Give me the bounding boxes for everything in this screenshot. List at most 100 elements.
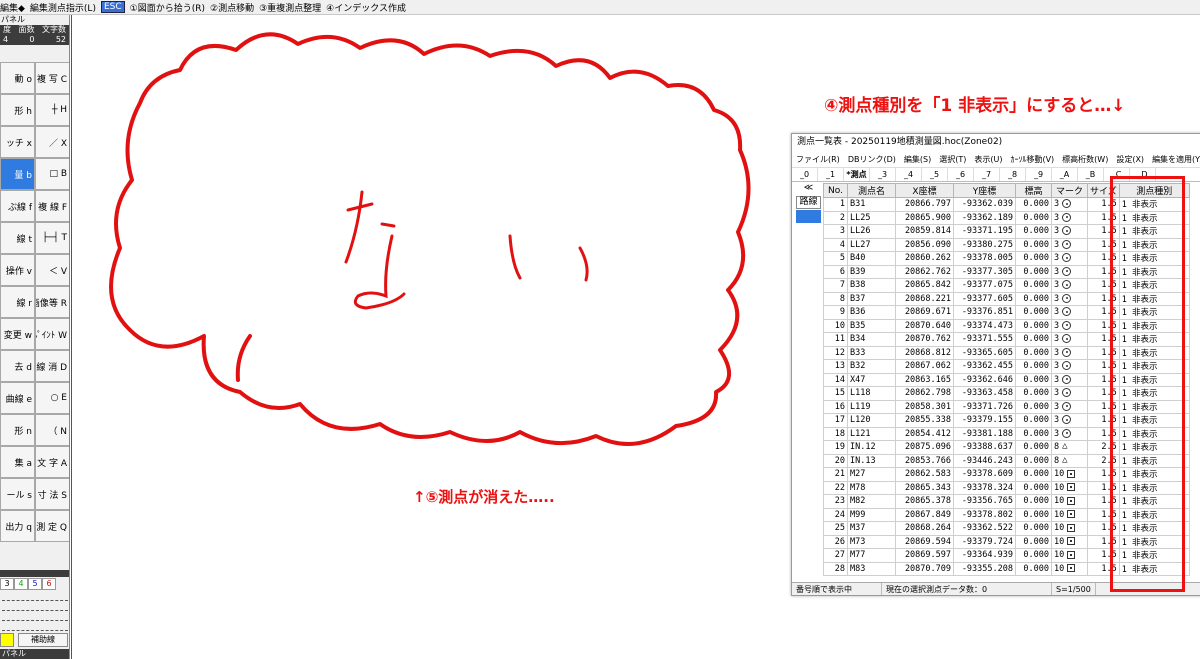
tool-button[interactable]: 文 字 A	[35, 446, 69, 478]
cell-elevation[interactable]: 0.000	[1015, 305, 1052, 320]
cell-elevation[interactable]: 0.000	[1015, 237, 1052, 252]
cell-no[interactable]: 6	[823, 264, 848, 279]
cell-name[interactable]: M77	[847, 548, 896, 563]
cell-y[interactable]: -93378.324	[953, 480, 1016, 495]
toolbar-item[interactable]: ②測点移動	[210, 1, 254, 14]
cell-no[interactable]: 11	[823, 332, 848, 347]
tool-button[interactable]: 去 d	[0, 350, 35, 382]
cell-name[interactable]: LL27	[847, 237, 896, 252]
cell-x[interactable]: 20862.583	[895, 467, 954, 482]
cell-elevation[interactable]: 0.000	[1015, 521, 1052, 536]
cell-y[interactable]: -93371.195	[953, 224, 1016, 239]
cell-x[interactable]: 20869.597	[895, 548, 954, 563]
cell-x[interactable]: 20862.762	[895, 264, 954, 279]
cell-no[interactable]: 20	[823, 453, 848, 468]
color-swatch[interactable]: 3	[0, 578, 14, 590]
line-style-item[interactable]	[2, 592, 68, 601]
cell-name[interactable]: IN.13	[847, 453, 896, 468]
yellow-swatch[interactable]	[0, 633, 14, 647]
cell-no[interactable]: 24	[823, 507, 848, 522]
cell-y[interactable]: -93356.765	[953, 494, 1016, 509]
cell-no[interactable]: 9	[823, 305, 848, 320]
cell-elevation[interactable]: 0.000	[1015, 345, 1052, 360]
cell-elevation[interactable]: 0.000	[1015, 372, 1052, 387]
cell-name[interactable]: L118	[847, 386, 896, 401]
layer-tab[interactable]: *測点	[844, 168, 870, 181]
cell-mark[interactable]: 3	[1051, 426, 1088, 441]
menu-item[interactable]: DBリンク(D)	[848, 154, 896, 165]
cell-x[interactable]: 20865.378	[895, 494, 954, 509]
line-style-item[interactable]	[2, 602, 68, 611]
cell-mark[interactable]: 3	[1051, 224, 1088, 239]
cell-y[interactable]: -93355.208	[953, 561, 1016, 576]
menu-item[interactable]: 設定(X)	[1116, 154, 1144, 165]
cell-name[interactable]: L120	[847, 413, 896, 428]
cell-mark[interactable]: 3	[1051, 413, 1088, 428]
cell-name[interactable]: IN.12	[847, 440, 896, 455]
cell-no[interactable]: 12	[823, 345, 848, 360]
cell-mark[interactable]: 3	[1051, 210, 1088, 225]
menu-item[interactable]: ファイル(R)	[796, 154, 840, 165]
cell-elevation[interactable]: 0.000	[1015, 291, 1052, 306]
cell-x[interactable]: 20867.062	[895, 359, 954, 374]
cell-y[interactable]: -93362.646	[953, 372, 1016, 387]
cell-y[interactable]: -93374.473	[953, 318, 1016, 333]
cell-elevation[interactable]: 0.000	[1015, 440, 1052, 455]
tool-button[interactable]: ﾍﾟｲﾝﾄ W	[35, 318, 69, 350]
layer-tab[interactable]: _3	[870, 168, 896, 181]
cell-mark[interactable]: 10	[1051, 534, 1088, 549]
cell-elevation[interactable]: 0.000	[1015, 561, 1052, 576]
cell-elevation[interactable]: 0.000	[1015, 426, 1052, 441]
cell-elevation[interactable]: 0.000	[1015, 480, 1052, 495]
cell-x[interactable]: 20853.766	[895, 453, 954, 468]
cell-no[interactable]: 19	[823, 440, 848, 455]
cell-x[interactable]: 20862.798	[895, 386, 954, 401]
esc-button[interactable]: ESC	[100, 1, 125, 13]
cell-y[interactable]: -93362.039	[953, 197, 1016, 212]
layer-tab[interactable]: _7	[974, 168, 1000, 181]
cell-no[interactable]: 7	[823, 278, 848, 293]
cell-y[interactable]: -93371.555	[953, 332, 1016, 347]
cell-name[interactable]: M82	[847, 494, 896, 509]
cell-name[interactable]: L119	[847, 399, 896, 414]
layer-tab[interactable]: _A	[1052, 168, 1078, 181]
cell-name[interactable]: B32	[847, 359, 896, 374]
tool-button[interactable]: ├─┤ T	[35, 222, 69, 254]
cell-no[interactable]: 18	[823, 426, 848, 441]
layer-tab[interactable]: _5	[922, 168, 948, 181]
cell-no[interactable]: 10	[823, 318, 848, 333]
cell-elevation[interactable]: 0.000	[1015, 534, 1052, 549]
cell-elevation[interactable]: 0.000	[1015, 224, 1052, 239]
cell-mark[interactable]: 3	[1051, 264, 1088, 279]
cell-no[interactable]: 5	[823, 251, 848, 266]
cell-name[interactable]: M78	[847, 480, 896, 495]
line-style-item[interactable]	[2, 612, 68, 621]
route-selected-row[interactable]	[796, 210, 821, 223]
tool-button[interactable]: 操作 v	[0, 254, 35, 286]
cell-x[interactable]: 20868.221	[895, 291, 954, 306]
cell-elevation[interactable]: 0.000	[1015, 399, 1052, 414]
cell-name[interactable]: M83	[847, 561, 896, 576]
tool-button[interactable]: （ N	[35, 414, 69, 446]
tool-button[interactable]: □ B	[35, 158, 69, 190]
cell-elevation[interactable]: 0.000	[1015, 251, 1052, 266]
cell-y[interactable]: -93381.188	[953, 426, 1016, 441]
cell-y[interactable]: -93378.609	[953, 467, 1016, 482]
layer-tab[interactable]: _4	[896, 168, 922, 181]
cell-name[interactable]: M99	[847, 507, 896, 522]
layer-tab[interactable]: _6	[948, 168, 974, 181]
tool-button[interactable]: 形 n	[0, 414, 35, 446]
cell-name[interactable]: B33	[847, 345, 896, 360]
cell-x[interactable]: 20869.671	[895, 305, 954, 320]
cell-no[interactable]: 3	[823, 224, 848, 239]
cell-mark[interactable]: 10	[1051, 561, 1088, 576]
cell-no[interactable]: 28	[823, 561, 848, 576]
color-swatch[interactable]: 6	[42, 578, 56, 590]
color-swatch[interactable]: 5	[28, 578, 42, 590]
cell-mark[interactable]: 3	[1051, 318, 1088, 333]
cell-name[interactable]: M73	[847, 534, 896, 549]
layer-tab[interactable]: _9	[1026, 168, 1052, 181]
column-header[interactable]: X座標	[895, 183, 954, 198]
cell-elevation[interactable]: 0.000	[1015, 548, 1052, 563]
tool-button[interactable]: 寸 法 S	[35, 478, 69, 510]
